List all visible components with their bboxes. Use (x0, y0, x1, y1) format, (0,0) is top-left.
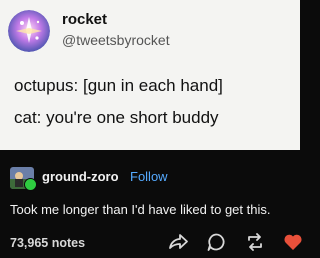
tweet-handle: @tweetsbyrocket (62, 32, 170, 48)
reblog-post: ground-zoro Follow Took me longer than I… (0, 150, 302, 258)
reblog-badge-icon (24, 178, 37, 191)
post-caption: Took me longer than I'd have liked to ge… (10, 202, 271, 217)
notes-count[interactable]: 73,965 notes (10, 236, 85, 250)
tweet-avatar[interactable] (8, 10, 50, 52)
embedded-tweet: rocket @tweetsbyrocket octupus: [gun in … (0, 0, 300, 150)
reply-icon[interactable] (205, 231, 227, 253)
follow-button[interactable]: Follow (130, 169, 168, 184)
share-icon[interactable] (167, 231, 189, 253)
reblogger-username[interactable]: ground-zoro (42, 169, 119, 184)
reblog-icon[interactable] (244, 231, 266, 253)
tweet-text-line: cat: you're one short buddy (14, 108, 219, 127)
tweet-display-name: rocket (62, 11, 108, 28)
tweet-text-line: octupus: [gun in each hand] (14, 76, 223, 95)
like-icon[interactable] (282, 231, 304, 253)
